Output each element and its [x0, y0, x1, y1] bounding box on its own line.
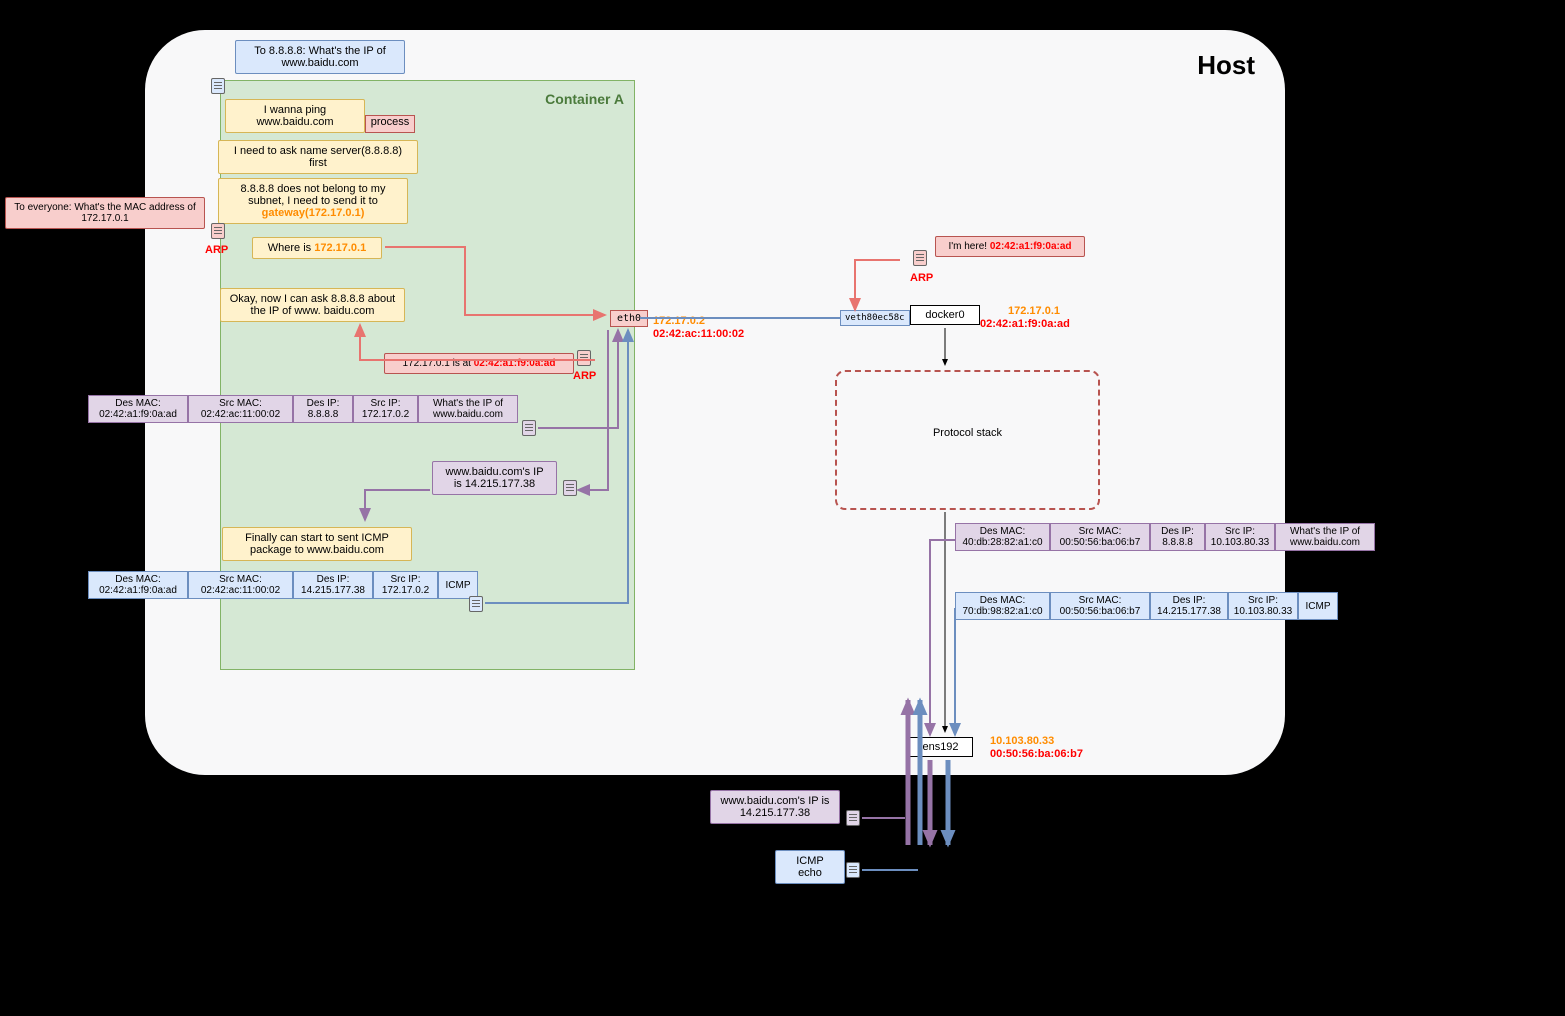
- p4-srcip: Src IP:10.103.80.33: [1228, 592, 1298, 620]
- p3-desmac: Des MAC:40:db:28:82:a1:c0: [955, 523, 1050, 551]
- host-title: Host: [1197, 50, 1255, 81]
- packet-dns-2: Des MAC:40:db:28:82:a1:c0 Src MAC:00:50:…: [955, 523, 1375, 551]
- note-icon: [211, 78, 225, 94]
- protocol-label: Protocol stack: [837, 427, 1098, 439]
- p2-srcip: Src IP:172.17.0.2: [373, 571, 438, 599]
- p1-desip: Des IP:8.8.8.8: [293, 395, 353, 423]
- packet-icmp-2: Des MAC:70:db:98:82:a1:c0 Src MAC:00:50:…: [955, 592, 1338, 620]
- speech-not-subnet-text: 8.8.8.8 does not belong to my subnet, I …: [241, 183, 386, 207]
- protocol-stack: Protocol stack: [835, 370, 1100, 510]
- p4-srcmac: Src MAC:00:50:56:ba:06:b7: [1050, 592, 1150, 620]
- note-icon-echo: [846, 862, 860, 878]
- packet-icmp-1: Des MAC:02:42:a1:f9:0a:ad Src MAC:02:42:…: [88, 571, 478, 599]
- im-here-mac: 02:42:a1:f9:0a:ad: [990, 241, 1072, 252]
- eth0-ip: 172.17.0.2: [653, 315, 705, 327]
- p2-desmac: Des MAC:02:42:a1:f9:0a:ad: [88, 571, 188, 599]
- is-at-mac: 02:42:a1:f9:0a:ad: [474, 358, 556, 369]
- p1-desmac: Des MAC:02:42:a1:f9:0a:ad: [88, 395, 188, 423]
- speech-to-8888: To 8.8.8.8: What's the IP of www.baidu.c…: [235, 40, 405, 74]
- veth-box: veth80ec58c: [840, 310, 910, 326]
- process-box: process: [365, 115, 415, 133]
- is-at-text: 172.17.0.1 is at: [403, 358, 474, 369]
- p4-payload: ICMP: [1298, 592, 1338, 620]
- note-icon-arp2: [577, 350, 591, 366]
- p3-srcip: Src IP:10.103.80.33: [1205, 523, 1275, 551]
- speech-finally: Finally can start to sent ICMP package t…: [222, 527, 412, 561]
- speech-wanna-ping: I wanna ping www.baidu.com: [225, 99, 365, 133]
- ens192-ip: 10.103.80.33: [990, 735, 1054, 747]
- speech-icmp-echo: ICMP echo: [775, 850, 845, 884]
- speech-baidu-ip-1: www.baidu.com's IP is 14.215.177.38: [432, 461, 557, 495]
- eth0-mac: 02:42:ac:11:00:02: [653, 328, 744, 340]
- arp-label-3: ARP: [910, 272, 933, 284]
- docker0-mac: 02:42:a1:f9:0a:ad: [980, 318, 1070, 330]
- p4-desmac: Des MAC:70:db:98:82:a1:c0: [955, 592, 1050, 620]
- speech-is-at: 172.17.0.1 is at 02:42:a1:f9:0a:ad: [384, 353, 574, 374]
- p1-srcip: Src IP:172.17.0.2: [353, 395, 418, 423]
- im-here-text: I'm here!: [948, 241, 989, 252]
- where-is-text: Where is: [268, 242, 314, 254]
- note-icon-baidu1: [563, 480, 577, 496]
- note-icon-p2: [469, 596, 483, 612]
- where-is-ip: 172.17.0.1: [314, 242, 366, 254]
- speech-baidu-ip-2: www.baidu.com's IP is 14.215.177.38: [710, 790, 840, 824]
- note-icon-baidu2: [846, 810, 860, 826]
- ens192-mac: 00:50:56:ba:06:b7: [990, 748, 1083, 760]
- speech-need-ask: I need to ask name server(8.8.8.8) first: [218, 140, 418, 174]
- arp-label-2: ARP: [573, 370, 596, 382]
- p3-srcmac: Src MAC:00:50:56:ba:06:b7: [1050, 523, 1150, 551]
- note-icon-arp3: [913, 250, 927, 266]
- docker0-ip: 172.17.0.1: [1008, 305, 1060, 317]
- p2-srcmac: Src MAC:02:42:ac:11:00:02: [188, 571, 293, 599]
- speech-okay-ask: Okay, now I can ask 8.8.8.8 about the IP…: [220, 288, 405, 322]
- p2-payload: ICMP: [438, 571, 478, 599]
- container-a-title: Container A: [545, 91, 624, 107]
- speech-im-here: I'm here! 02:42:a1:f9:0a:ad: [935, 236, 1085, 257]
- ens192-box: ens192: [908, 737, 973, 757]
- p3-desip: Des IP:8.8.8.8: [1150, 523, 1205, 551]
- p1-payload: What's the IP of www.baidu.com: [418, 395, 518, 423]
- p3-payload: What's the IP of www.baidu.com: [1275, 523, 1375, 551]
- note-icon-arp1: [211, 223, 225, 239]
- speech-not-subnet: 8.8.8.8 does not belong to my subnet, I …: [218, 178, 408, 224]
- docker0-box: docker0: [910, 305, 980, 325]
- p1-srcmac: Src MAC:02:42:ac:11:00:02: [188, 395, 293, 423]
- eth0-box: eth0: [610, 310, 648, 327]
- p2-desip: Des IP:14.215.177.38: [293, 571, 373, 599]
- p4-desip: Des IP:14.215.177.38: [1150, 592, 1228, 620]
- speech-to-everyone: To everyone: What's the MAC address of 1…: [5, 197, 205, 229]
- arp-label-1: ARP: [205, 244, 228, 256]
- note-icon-p1: [522, 420, 536, 436]
- packet-dns-1: Des MAC:02:42:a1:f9:0a:ad Src MAC:02:42:…: [88, 395, 518, 423]
- speech-where-is: Where is 172.17.0.1: [252, 237, 382, 259]
- speech-gateway: gateway(172.17.0.1): [262, 207, 365, 219]
